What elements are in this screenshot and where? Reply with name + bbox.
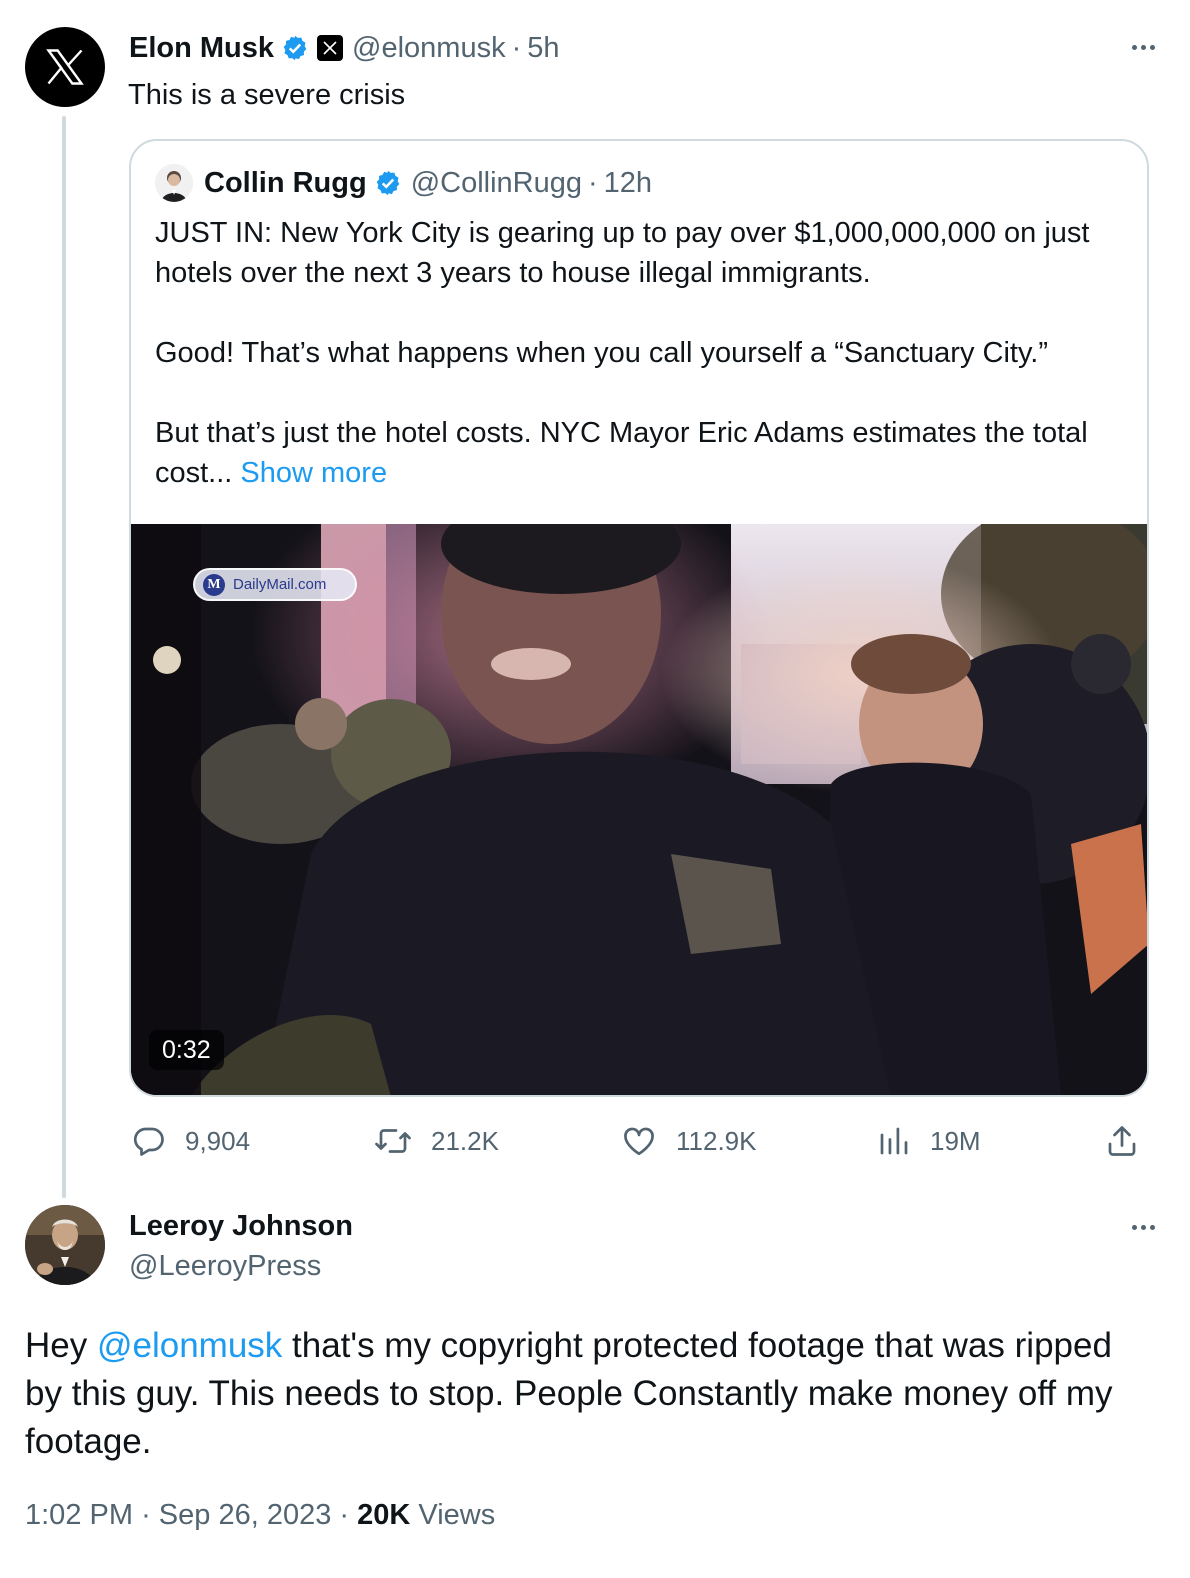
- quoted-paragraph: JUST IN: New York City is gearing up to …: [155, 217, 1090, 289]
- separator: ·: [511, 31, 522, 64]
- elon-avatar[interactable]: [25, 27, 105, 107]
- watermark-text: DailyMail.com: [233, 576, 327, 593]
- tweet-text: This is a severe crisis: [128, 79, 406, 111]
- share-icon: [1108, 1126, 1136, 1156]
- quoted-text: JUST IN: New York City is gearing up to …: [155, 213, 1115, 493]
- dailymail-watermark: M DailyMail.com: [193, 568, 357, 601]
- quoted-avatar: [155, 164, 193, 202]
- reply-author-name[interactable]: Leeroy Johnson: [129, 1207, 353, 1245]
- separator: ·: [587, 166, 598, 199]
- reply-text: Hey @elonmusk that's my copyright protec…: [25, 1322, 1155, 1466]
- repost-icon: [375, 1129, 411, 1153]
- quoted-paragraph: Good! That’s what happens when you call …: [155, 337, 1049, 369]
- video-frame: [131, 524, 1147, 1095]
- share-button[interactable]: [1104, 1122, 1158, 1160]
- tweet-header: Elon Musk @elonmusk · 5h: [129, 28, 560, 68]
- reply-views-label: Views: [418, 1499, 496, 1531]
- repost-count: 21.2K: [431, 1125, 499, 1156]
- repost-button[interactable]: 21.2K: [373, 1122, 499, 1160]
- x-affiliate-icon: [317, 35, 344, 61]
- video-player[interactable]: M DailyMail.com 0:32: [131, 524, 1147, 1095]
- reply-time[interactable]: 1:02 PM: [25, 1499, 133, 1531]
- like-button[interactable]: 112.9K: [620, 1122, 756, 1160]
- quoted-header: Collin Rugg @CollinRugg · 12h: [155, 163, 652, 203]
- verified-badge-icon: [374, 169, 402, 197]
- dailymail-logo-icon: M: [203, 573, 225, 596]
- separator: ·: [339, 1499, 350, 1531]
- like-icon: [624, 1127, 654, 1156]
- quoted-author-name: Collin Rugg: [204, 166, 367, 199]
- x-logo-icon: [46, 49, 84, 85]
- show-more-link[interactable]: Show more: [240, 457, 387, 489]
- reply-button[interactable]: 9,904: [131, 1122, 250, 1160]
- video-duration: 0:32: [149, 1030, 224, 1070]
- tweet-time[interactable]: 5h: [527, 32, 559, 65]
- author-handle[interactable]: @elonmusk: [352, 32, 506, 65]
- mention-link[interactable]: @elonmusk: [97, 1326, 282, 1365]
- separator: ·: [141, 1499, 151, 1531]
- views-button[interactable]: 19M: [876, 1122, 981, 1160]
- reply-icon: [133, 1127, 164, 1156]
- views-count: 19M: [930, 1125, 981, 1156]
- reply-date[interactable]: Sep 26, 2023: [159, 1499, 332, 1531]
- reply-count: 9,904: [185, 1125, 251, 1156]
- author-name[interactable]: Elon Musk: [129, 32, 274, 65]
- quoted-paragraph: But that’s just the hotel costs. NYC May…: [155, 413, 1115, 493]
- reply-meta: 1:02 PM · Sep 26, 2023 · 20K Views: [25, 1495, 495, 1535]
- views-icon: [880, 1127, 908, 1155]
- leeroy-avatar[interactable]: [25, 1205, 105, 1285]
- more-icon[interactable]: [1132, 1212, 1155, 1242]
- reply-author-handle[interactable]: @LeeroyPress: [129, 1247, 321, 1285]
- verified-badge-icon: [281, 34, 309, 62]
- like-count: 112.9K: [676, 1125, 757, 1156]
- more-icon[interactable]: [1132, 32, 1155, 62]
- quoted-time: 12h: [603, 166, 653, 199]
- reply-views-count: 20K: [357, 1499, 411, 1531]
- thread-line: [62, 116, 66, 1198]
- quoted-author-handle: @CollinRugg: [410, 166, 582, 199]
- quoted-tweet-card[interactable]: Collin Rugg @CollinRugg · 12h JUST IN: N…: [129, 139, 1149, 1097]
- reply-text-start: Hey: [25, 1326, 97, 1365]
